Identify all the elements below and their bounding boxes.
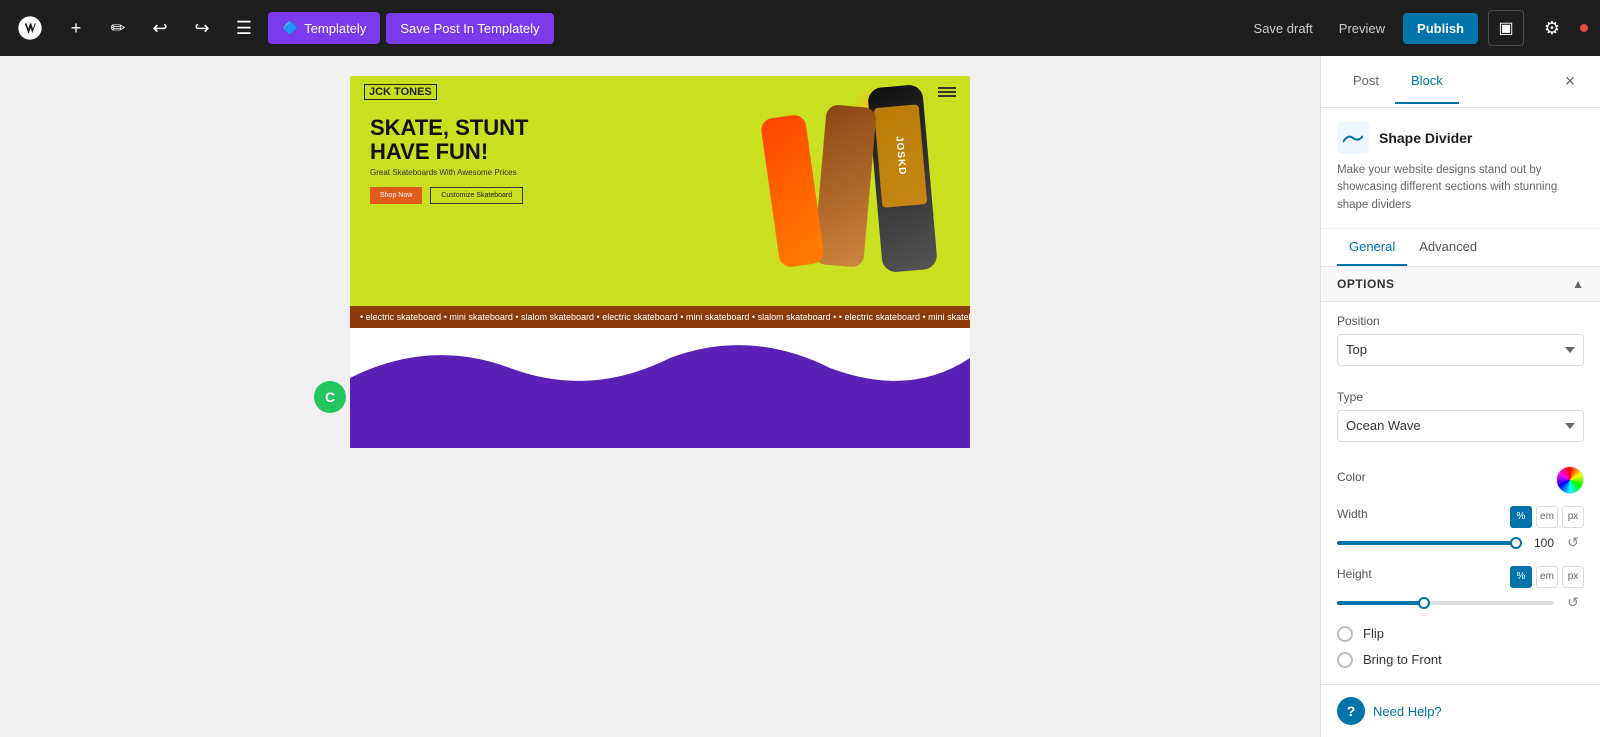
right-panel: Post Block × Shape Divider Make your web… — [1320, 56, 1600, 737]
height-reset-button[interactable]: ↺ — [1562, 592, 1584, 614]
tab-advanced[interactable]: Advanced — [1407, 229, 1489, 266]
options-section: Options ▲ Position Top Bottom Type — [1321, 267, 1600, 684]
canvas-area: JCK TONES SKATE, STUNT HAVE FUN! Great S… — [0, 56, 1320, 737]
height-px-icon[interactable]: % — [1510, 566, 1532, 588]
preview-button[interactable]: Preview — [1331, 15, 1393, 42]
list-view-button[interactable]: ☰ — [226, 10, 262, 46]
toolbar-right: Save draft Preview Publish ▣ ⚙ — [1246, 10, 1588, 46]
width-label: Width — [1337, 507, 1368, 521]
skate-logo: JCK TONES — [364, 84, 437, 100]
height-header: Height % em px — [1337, 566, 1584, 588]
flip-toggle-circle[interactable] — [1337, 626, 1353, 642]
more-options-button[interactable]: ⚙ — [1534, 10, 1570, 46]
width-field: Width % em px 100 — [1337, 506, 1584, 554]
panel-header: Post Block × — [1321, 56, 1600, 108]
board-3 — [760, 114, 825, 269]
bring-front-label: Bring to Front — [1363, 652, 1442, 667]
panel-tabs: Post Block — [1337, 59, 1556, 104]
width-dimension-icons: % em px — [1510, 506, 1584, 528]
shape-divider-title: Shape Divider — [1379, 130, 1472, 146]
color-swatch[interactable] — [1556, 466, 1584, 494]
tab-block[interactable]: Block — [1395, 59, 1459, 104]
height-em-icon[interactable]: em — [1536, 566, 1558, 588]
width-slider-track[interactable] — [1337, 541, 1516, 545]
height-dimension-icons: % em px — [1510, 566, 1584, 588]
bring-front-toggle-circle[interactable] — [1337, 652, 1353, 668]
type-field: Type Ocean Wave Triangle Curve — [1337, 390, 1584, 454]
width-slider-row: 100 ↺ — [1337, 532, 1584, 554]
save-draft-button[interactable]: Save draft — [1246, 15, 1321, 42]
wordpress-logo — [12, 10, 48, 46]
wp-icon — [16, 14, 44, 42]
tab-general[interactable]: General — [1337, 229, 1407, 266]
ticker-text: • electric skateboard • mini skateboard … — [350, 310, 970, 324]
need-help-link[interactable]: Need Help? — [1373, 704, 1442, 719]
height-slider-row: ↺ — [1337, 592, 1584, 614]
undo-button[interactable]: ↩ — [142, 10, 178, 46]
width-header: Width % em px — [1337, 506, 1584, 528]
save-templately-button[interactable]: Save Post In Templately — [386, 13, 553, 44]
flip-label: Flip — [1363, 626, 1384, 641]
color-label: Color — [1337, 470, 1366, 484]
main-toolbar: + ✏ ↩ ↪ ☰ 🔷 Templately Save Post In Temp… — [0, 0, 1600, 56]
options-label: Options — [1337, 277, 1395, 291]
options-header[interactable]: Options ▲ — [1321, 267, 1600, 302]
width-px-icon[interactable]: % — [1510, 506, 1532, 528]
type-select[interactable]: Ocean Wave Triangle Curve — [1337, 410, 1584, 442]
width-value: 100 — [1524, 536, 1554, 550]
notification-dot — [1580, 24, 1588, 32]
shape-divider-header: Shape Divider — [1337, 122, 1584, 154]
position-select[interactable]: Top Bottom — [1337, 334, 1584, 366]
height-rem-icon[interactable]: px — [1562, 566, 1584, 588]
toolbar-left: + ✏ ↩ ↪ ☰ 🔷 Templately Save Post In Temp… — [12, 10, 554, 46]
height-slider-track[interactable] — [1337, 601, 1554, 605]
width-reset-button[interactable]: ↺ — [1562, 532, 1584, 554]
main-area: JCK TONES SKATE, STUNT HAVE FUN! Great S… — [0, 56, 1600, 737]
shape-divider-icon — [1337, 122, 1369, 154]
redo-button[interactable]: ↪ — [184, 10, 220, 46]
flip-toggle: Flip — [1337, 626, 1584, 642]
type-label: Type — [1337, 390, 1584, 404]
shop-now-button[interactable]: Shop Now — [370, 187, 422, 204]
height-label: Height — [1337, 567, 1372, 581]
customize-button[interactable]: Customize Skateboard — [430, 187, 523, 204]
publish-button[interactable]: Publish — [1403, 13, 1478, 44]
section-tabs: General Advanced — [1321, 229, 1600, 267]
height-slider-fill — [1337, 601, 1424, 605]
board-1: JOSKD — [867, 84, 938, 273]
templately-button[interactable]: 🔷 Templately — [268, 12, 380, 44]
width-slider-thumb[interactable] — [1510, 537, 1522, 549]
sidebar-toggle-button[interactable]: ▣ — [1488, 10, 1524, 46]
width-rem-icon[interactable]: px — [1562, 506, 1584, 528]
shape-divider-info: Shape Divider Make your website designs … — [1321, 108, 1600, 229]
skate-boards-visual: JOSKD — [770, 86, 950, 286]
skate-section: JCK TONES SKATE, STUNT HAVE FUN! Great S… — [350, 76, 970, 306]
user-avatar: C — [314, 381, 346, 413]
wave-section — [350, 328, 970, 448]
tools-button[interactable]: ✏ — [100, 10, 136, 46]
width-em-icon[interactable]: em — [1536, 506, 1558, 528]
bring-front-toggle: Bring to Front — [1337, 652, 1584, 668]
templately-icon: 🔷 — [282, 20, 298, 36]
panel-close-button[interactable]: × — [1556, 68, 1584, 96]
color-field: Color — [1337, 466, 1584, 494]
shape-divider-svg-icon — [1343, 130, 1363, 146]
options-chevron-icon: ▲ — [1572, 277, 1584, 291]
help-icon: ? — [1337, 697, 1365, 725]
ticker-bar: • electric skateboard • mini skateboard … — [350, 306, 970, 328]
tab-post[interactable]: Post — [1337, 59, 1395, 104]
shape-divider-description: Make your website designs stand out by s… — [1337, 162, 1584, 214]
page-preview: JCK TONES SKATE, STUNT HAVE FUN! Great S… — [350, 76, 970, 737]
height-slider-thumb[interactable] — [1418, 597, 1430, 609]
width-slider-fill — [1337, 541, 1516, 545]
add-block-button[interactable]: + — [58, 10, 94, 46]
height-field: Height % em px ↺ — [1337, 566, 1584, 614]
need-help-section: ? Need Help? — [1321, 684, 1600, 737]
position-label: Position — [1337, 314, 1584, 328]
position-field: Position Top Bottom — [1337, 314, 1584, 378]
panel-content: Options ▲ Position Top Bottom Type — [1321, 267, 1600, 684]
options-body: Position Top Bottom Type Ocean Wave Tria… — [1321, 302, 1600, 684]
wave-svg — [350, 328, 970, 408]
